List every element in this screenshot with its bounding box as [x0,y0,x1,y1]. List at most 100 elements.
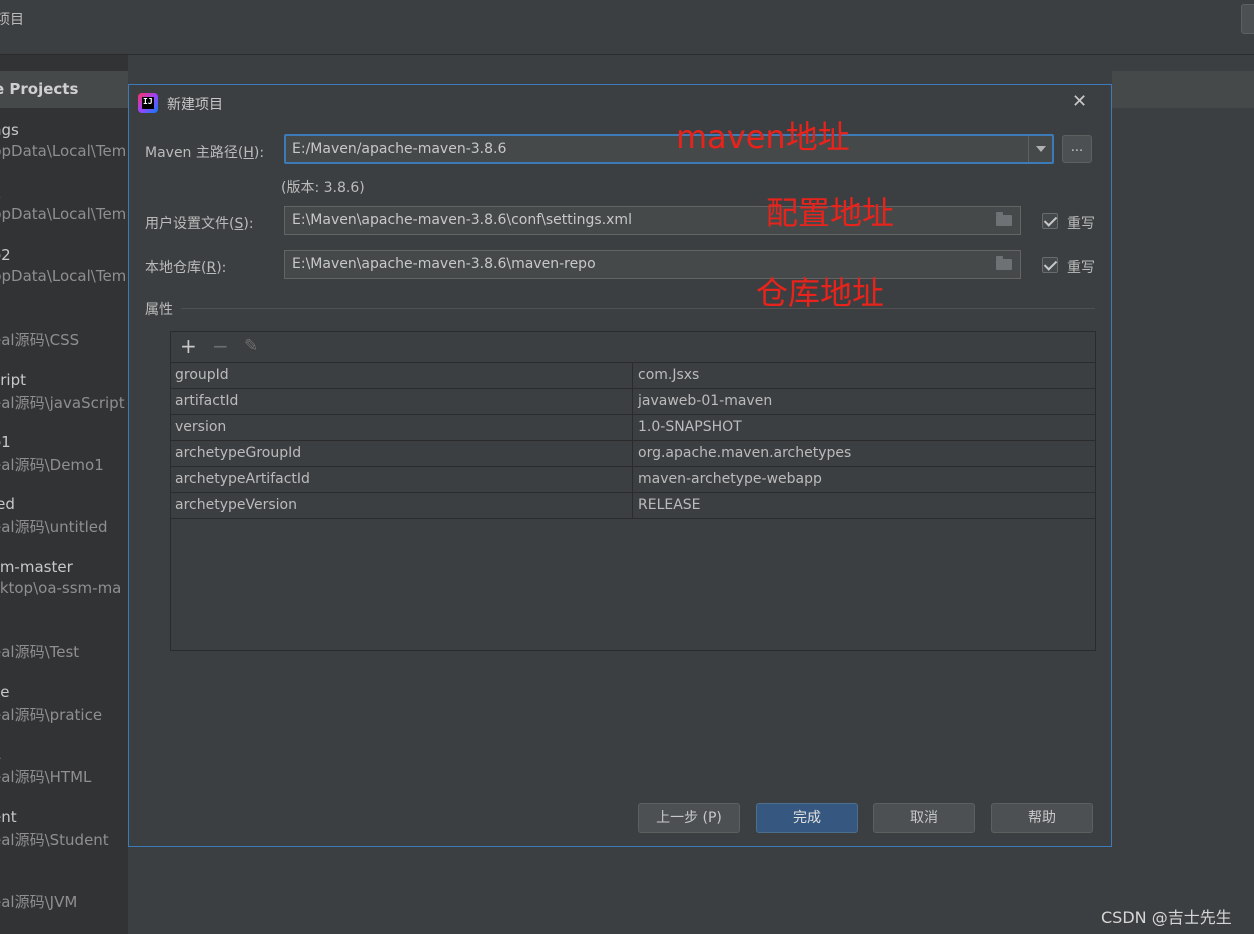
table-row[interactable]: archetypeGroupId org.apache.maven.archety… [171,441,1095,467]
maven-home-label-tail: ): [253,145,265,161]
property-value[interactable]: 1.0-SNAPSHOT [638,419,742,435]
recent-projects-sidebar: e Projects ngsppData\Local\Tem xppData\L… [0,55,128,934]
maven-home-value[interactable]: E:/Maven/apache-maven-3.8.6 [292,141,506,157]
background-header [1112,71,1254,108]
browse-button[interactable]: ... [1062,135,1092,163]
property-value[interactable]: javaweb-01-maven [638,393,772,409]
background-panel [1112,55,1254,934]
table-row[interactable]: version 1.0-SNAPSHOT [171,415,1095,441]
project-path: eal源码\JVM [0,893,78,911]
recent-project-item[interactable]: xppData\Local\Tem [0,184,126,223]
property-value[interactable]: maven-archetype-webapp [638,471,822,487]
project-name: ce [0,683,10,701]
close-icon[interactable]: ✕ [1072,91,1087,112]
recent-project-item[interactable]: o1 eal源码\Demo1 [0,433,104,475]
recent-project-item[interactable]: sm-master sktop\oa-ssm-ma [0,558,121,597]
combo-separator [1028,136,1029,162]
window-title: 项目 [0,12,24,28]
project-name: L [0,745,91,766]
recent-project-item[interactable]: ent eal源码\Student [0,808,109,850]
previous-button[interactable]: 上一步 (P) [638,803,740,833]
property-key: artifactId [175,393,239,409]
settings-override-label[interactable]: 重写 [1067,213,1095,233]
project-name [0,870,77,891]
maven-home-label: Maven 主路径(H): [145,142,264,162]
finish-button[interactable]: 完成 [756,803,858,833]
property-value[interactable]: com.Jsxs [638,367,699,383]
repo-override-label[interactable]: 重写 [1067,257,1095,277]
chevron-down-icon[interactable] [1036,146,1046,152]
recent-project-item[interactable]: o2 ppData\Local\Tem [0,246,126,285]
project-name: o1 [0,433,11,451]
recent-project-item[interactable]: eal源码\JVM [0,870,77,912]
new-project-dialog: IJ 新建项目 ✕ Maven 主路径(H): E:/Maven/apache-… [128,84,1112,847]
column-divider [632,467,633,492]
recent-project-item[interactable]: eal源码\CSS [0,308,79,350]
help-button[interactable]: 帮助 [991,803,1093,833]
maven-home-combobox[interactable]: E:/Maven/apache-maven-3.8.6 [284,134,1054,164]
recent-project-item[interactable]: ce eal源码\pratice [0,683,102,725]
recent-project-item[interactable]: Leal源码\HTML [0,745,91,787]
csdn-watermark: CSDN @吉士先生 [1101,908,1232,927]
maven-address-annotation: maven地址 [676,118,850,156]
dialog-title-bar: IJ 新建项目 ✕ [129,85,1111,121]
local-repo-label: 本地仓库(R): [145,257,226,277]
column-divider [632,389,633,414]
recent-project-item[interactable]: ngs ppData\Local\Tem [0,121,126,160]
repo-address-annotation: 仓库地址 [756,274,885,312]
toolbar-button[interactable] [1241,4,1254,34]
project-path: eal源码\pratice [0,706,103,724]
maven-home-label-text: Maven 主路径( [145,145,244,161]
column-divider [632,415,633,440]
recent-project-item[interactable]: led eal源码\untitled [0,495,108,537]
settings-file-value[interactable]: E:\Maven\apache-maven-3.8.6\conf\setting… [292,212,632,228]
main-window-toolbar: 项目 [0,0,1254,55]
remove-icon[interactable]: − [212,335,229,357]
project-path: eal源码\javaScript [0,394,125,412]
project-path: sktop\oa-ssm-ma [0,579,122,597]
repo-label-text: 本地仓库( [145,260,207,276]
table-row[interactable]: archetypeVersion RELEASE [171,493,1095,519]
project-path: eal源码\Test [0,643,80,661]
table-row[interactable]: groupId com.Jsxs [171,363,1095,389]
property-key: groupId [175,367,229,383]
table-row[interactable]: archetypeArtifactId maven-archetype-webap… [171,467,1095,493]
project-name: x [0,184,126,205]
project-path: eal源码\Demo1 [0,456,104,474]
property-key: archetypeArtifactId [175,471,310,487]
cancel-button[interactable]: 取消 [873,803,975,833]
folder-icon[interactable] [996,256,1012,270]
repo-mnemonic: R [206,260,217,276]
sidebar-header-label: e Projects [0,80,79,98]
table-row[interactable]: artifactId javaweb-01-maven [171,389,1095,415]
maven-home-mnemonic: H [243,145,254,161]
recent-project-item[interactable]: eal源码\Test [0,620,79,662]
repo-label-tail: ): [216,260,227,276]
local-repo-field[interactable]: E:\Maven\apache-maven-3.8.6\maven-repo [284,250,1021,279]
folder-icon[interactable] [996,212,1012,226]
repo-override-checkbox[interactable] [1042,257,1058,273]
sidebar-header: e Projects [0,71,128,108]
project-path: ppData\Local\Tem [0,267,127,285]
project-path: eal源码\HTML [0,768,92,786]
recent-project-item[interactable]: cript eal源码\javaScript [0,371,125,413]
section-divider [181,308,1095,309]
project-name: o2 [0,246,11,264]
local-repo-value[interactable]: E:\Maven\apache-maven-3.8.6\maven-repo [292,256,596,272]
project-name: ngs [0,121,19,139]
property-value[interactable]: RELEASE [638,497,701,513]
settings-label-tail: ): [243,216,254,232]
settings-address-annotation: 配置地址 [766,194,895,232]
project-name: led [0,495,15,513]
edit-icon[interactable]: ✎ [244,335,258,357]
settings-override-checkbox[interactable] [1042,213,1058,229]
properties-table: + − ✎ groupId com.Jsxs artifactId javaweb-… [170,331,1096,651]
settings-file-field[interactable]: E:\Maven\apache-maven-3.8.6\conf\setting… [284,206,1021,235]
project-path: ppData\Local\Tem [0,205,127,223]
property-value[interactable]: org.apache.maven.archetypes [638,445,851,461]
properties-rows: groupId com.Jsxs artifactId javaweb-01-mav… [171,363,1095,519]
add-icon[interactable]: + [180,335,197,357]
property-key: version [175,419,227,435]
maven-version-text: (版本: 3.8.6) [281,180,365,196]
project-name: cript [0,371,26,389]
